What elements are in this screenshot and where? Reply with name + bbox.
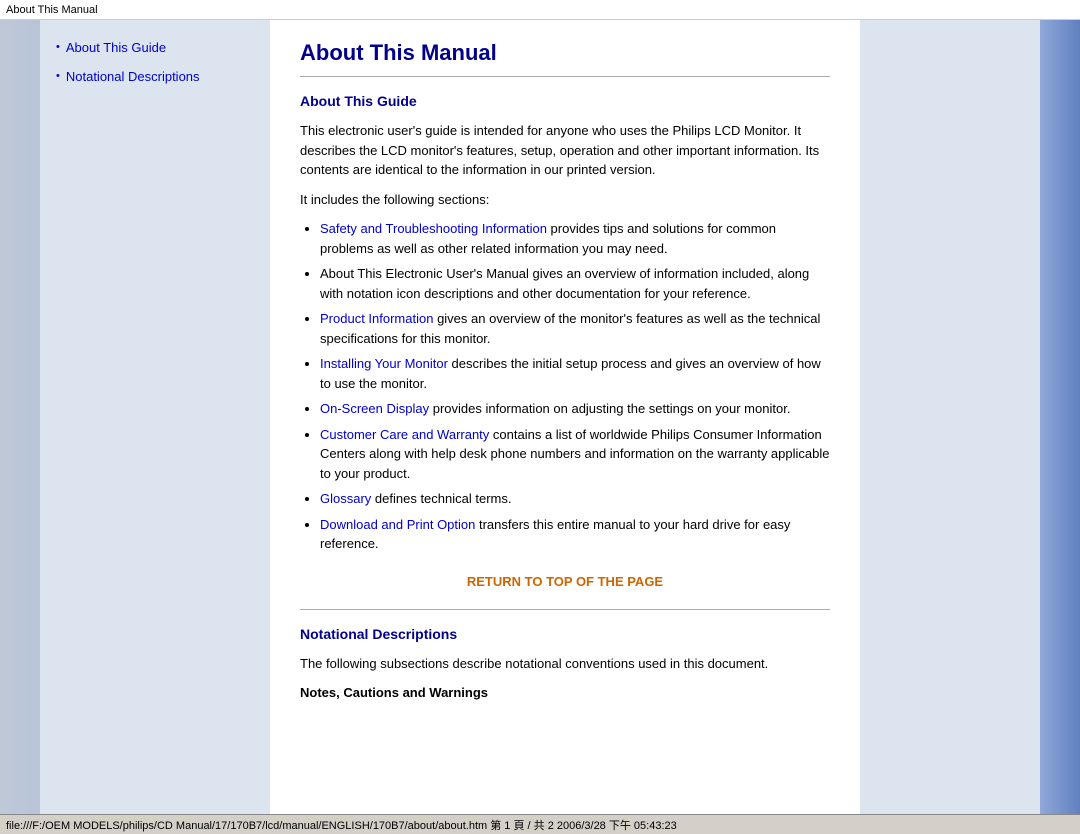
main-layout: • About This Guide • Notational Descript…	[0, 20, 1080, 814]
list-item-safety: Safety and Troubleshooting Information p…	[320, 219, 830, 258]
link-customer[interactable]: Customer Care and Warranty	[320, 427, 489, 442]
sidebar-link-about-guide[interactable]: About This Guide	[66, 40, 166, 55]
para-intro-2: It includes the following sections:	[300, 190, 830, 210]
list-item-installing: Installing Your Monitor describes the in…	[320, 354, 830, 393]
list-item-customer: Customer Care and Warranty contains a li…	[320, 425, 830, 484]
right-gray-panel	[905, 20, 1040, 814]
return-to-top-link[interactable]: RETURN TO TOP OF THE PAGE	[300, 574, 830, 589]
content-wrapper: About This Manual About This Guide This …	[225, 20, 905, 814]
right-panels	[905, 20, 1080, 814]
left-accent-bar	[0, 20, 40, 814]
page-title: About This Manual	[300, 40, 830, 66]
link-product[interactable]: Product Information	[320, 311, 433, 326]
status-bar: file:///F:/OEM MODELS/philips/CD Manual/…	[0, 814, 1080, 834]
list-item-glossary-text: defines technical terms.	[371, 491, 511, 506]
link-glossary[interactable]: Glossary	[320, 491, 371, 506]
divider-middle	[300, 609, 830, 610]
sidebar-item-notational[interactable]: • Notational Descriptions	[56, 69, 215, 84]
list-item-osd: On-Screen Display provides information o…	[320, 399, 830, 419]
divider-top	[300, 76, 830, 77]
list-item-glossary: Glossary defines technical terms.	[320, 489, 830, 509]
bullet-icon: •	[56, 41, 60, 53]
list-item-product: Product Information gives an overview of…	[320, 309, 830, 348]
title-bar: About This Manual	[0, 0, 1080, 20]
para-notational: The following subsections describe notat…	[300, 654, 830, 674]
notes-cautions-title: Notes, Cautions and Warnings	[300, 683, 830, 703]
title-bar-text: About This Manual	[6, 4, 98, 16]
para-intro-1: This electronic user's guide is intended…	[300, 121, 830, 180]
link-osd[interactable]: On-Screen Display	[320, 401, 429, 416]
status-bar-text: file:///F:/OEM MODELS/philips/CD Manual/…	[6, 817, 677, 833]
sidebar-link-notational[interactable]: Notational Descriptions	[66, 69, 200, 84]
list-item-electronic-text: About This Electronic User's Manual give…	[320, 266, 809, 301]
section-list: Safety and Troubleshooting Information p…	[320, 219, 830, 554]
bullet-icon: •	[56, 70, 60, 82]
content-page: About This Manual About This Guide This …	[270, 20, 860, 814]
link-safety[interactable]: Safety and Troubleshooting Information	[320, 221, 547, 236]
list-item-electronic: About This Electronic User's Manual give…	[320, 264, 830, 303]
link-download[interactable]: Download and Print Option	[320, 517, 475, 532]
list-item-download: Download and Print Option transfers this…	[320, 515, 830, 554]
sidebar: • About This Guide • Notational Descript…	[40, 20, 225, 814]
link-installing[interactable]: Installing Your Monitor	[320, 356, 448, 371]
section-title-notational: Notational Descriptions	[300, 626, 830, 642]
right-blue-panel	[1040, 20, 1080, 814]
list-item-osd-text: provides information on adjusting the se…	[429, 401, 790, 416]
section-title-about-guide: About This Guide	[300, 93, 830, 109]
sidebar-item-about-guide[interactable]: • About This Guide	[56, 40, 215, 55]
